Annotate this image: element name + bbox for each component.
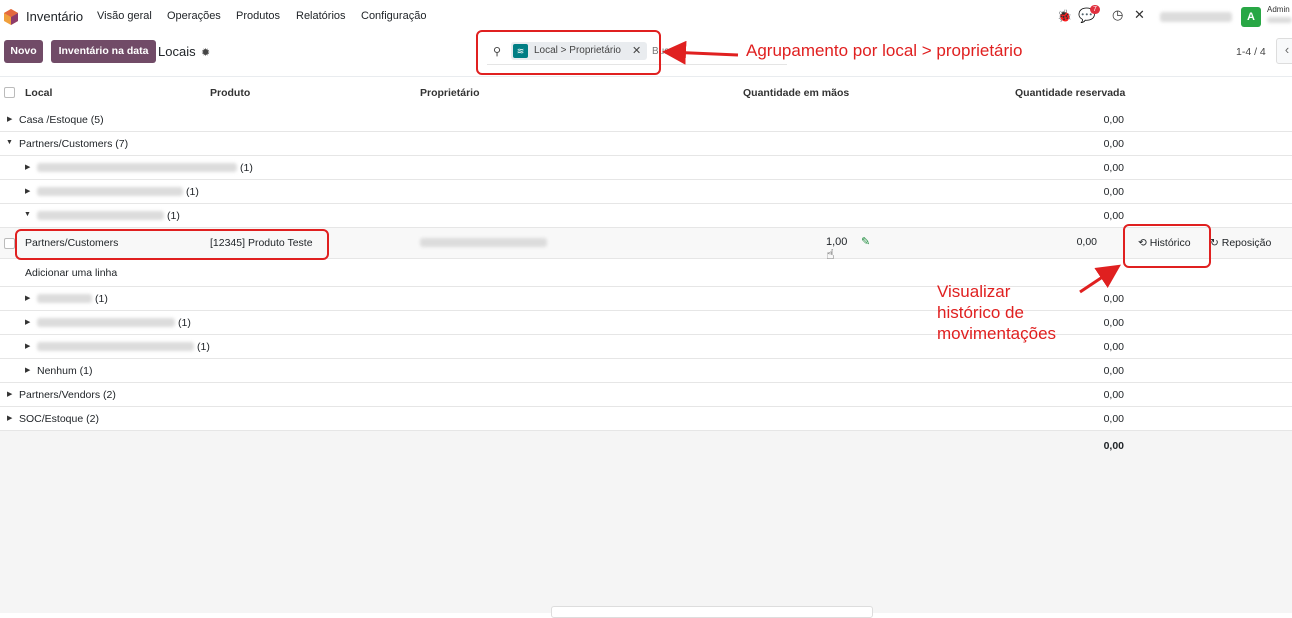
- annotation-history: Visualizar histórico de movimentações: [937, 281, 1056, 344]
- arrow-to-historico: [1079, 264, 1121, 294]
- annotation-history-line-1: Visualizar: [937, 282, 1011, 301]
- arrow-to-facet: [662, 40, 739, 65]
- annotation-history-line-3: movimentações: [937, 324, 1057, 343]
- annotation-history-line-2: histórico de: [937, 303, 1024, 322]
- annotation-grouping: Agrupamento por local > proprietário: [746, 41, 1023, 60]
- annotation-arrows: [662, 40, 1121, 294]
